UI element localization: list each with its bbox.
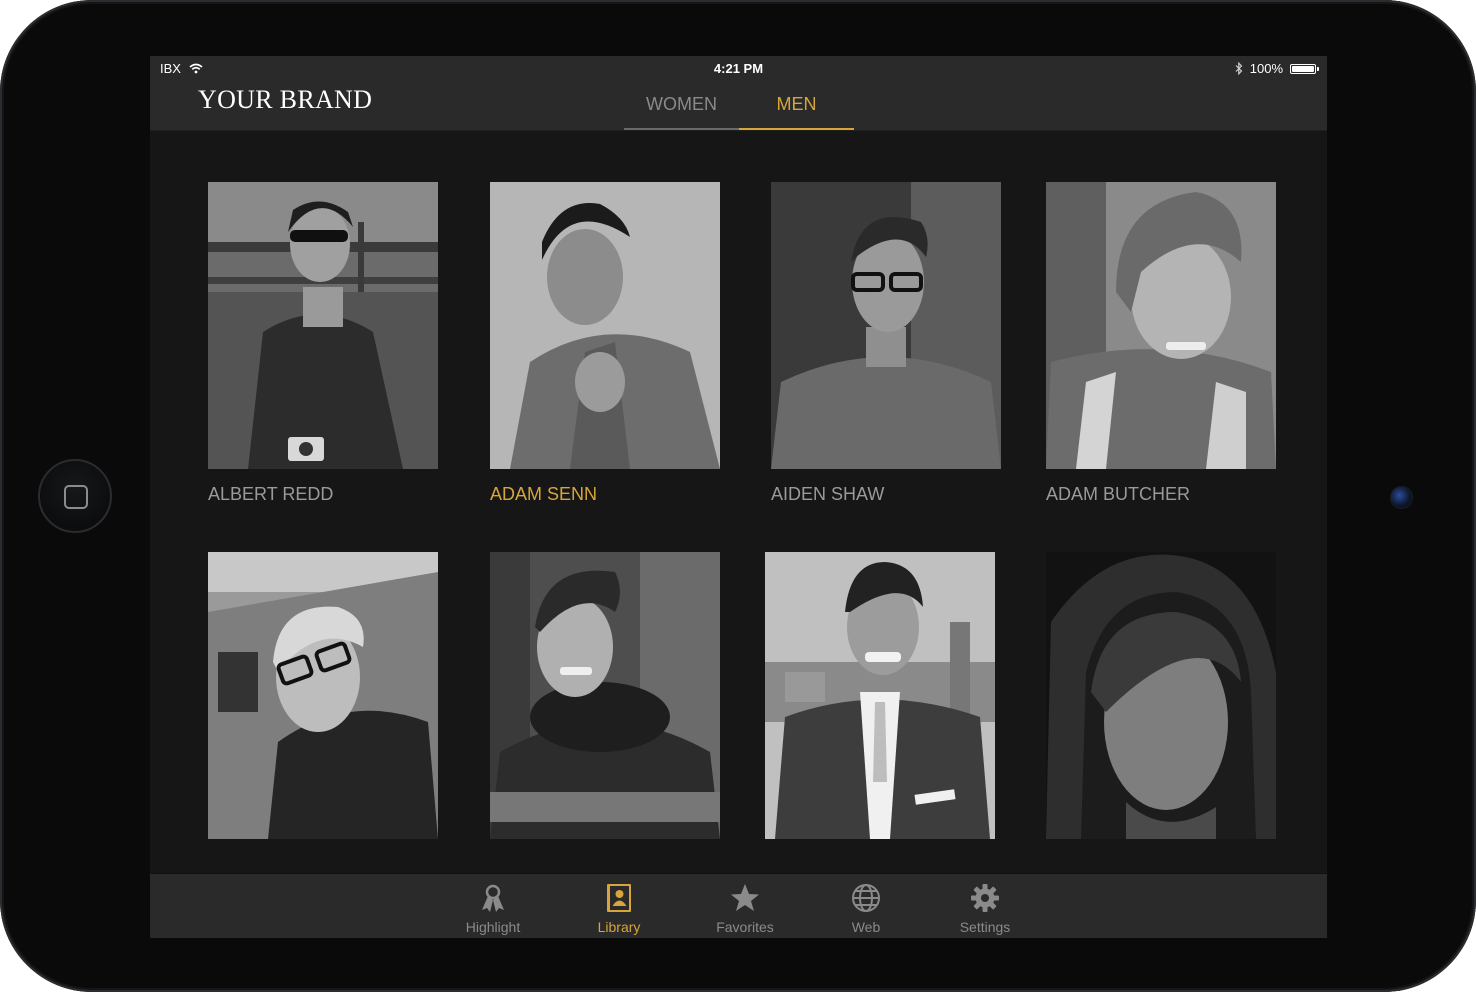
contact-book-icon [607,884,631,912]
model-photo[interactable] [1046,182,1276,469]
model-photo[interactable] [490,552,720,839]
model-photo[interactable] [765,552,995,839]
model-photo[interactable] [771,182,1001,469]
tab-web[interactable]: Web [816,882,916,935]
model-card[interactable]: AIDEN SHAW [771,182,1001,504]
tab-highlight-label: Highlight [465,919,521,935]
star-icon [731,884,759,911]
model-name[interactable]: AIDEN SHAW [771,484,884,505]
tab-favorites-label: Favorites [716,919,774,935]
model-card[interactable] [490,552,720,839]
battery-icon [1290,63,1319,74]
top-header: IBX 4:21 PM 100% YOUR BRAND WOMEN MEN [150,56,1327,131]
front-camera [1390,486,1413,509]
tab-web-label: Web [851,919,881,935]
tab-men[interactable]: MEN [739,82,854,130]
status-time: 4:21 PM [713,61,764,76]
bluetooth-icon [1235,62,1243,75]
tab-settings-label: Settings [959,919,1011,935]
gear-icon [971,884,999,912]
model-card[interactable] [765,552,995,839]
model-card[interactable]: ALBERT REDD [208,182,438,504]
home-button[interactable] [38,459,112,533]
model-name[interactable]: ADAM SENN [490,484,597,505]
tab-library-label: Library [597,919,641,935]
bottom-tab-bar: Highlight Library Favorites Web Settings [150,873,1327,938]
status-bar-right: 100% [1235,61,1319,76]
brand-logo: YOUR BRAND [198,85,373,114]
home-square-icon [64,485,88,509]
globe-icon [852,884,880,912]
model-name[interactable]: ADAM BUTCHER [1046,484,1190,505]
tab-settings[interactable]: Settings [935,882,1035,935]
model-card[interactable] [208,552,438,839]
model-photo[interactable] [208,182,438,469]
tab-women[interactable]: WOMEN [624,82,739,130]
ribbon-icon [482,884,504,912]
app-screen: IBX 4:21 PM 100% YOUR BRAND WOMEN MEN AL… [150,56,1327,938]
model-photo[interactable] [208,552,438,839]
model-photo[interactable] [1046,552,1276,839]
ipad-device-frame: IBX 4:21 PM 100% YOUR BRAND WOMEN MEN AL… [0,0,1476,992]
battery-percent: 100% [1249,61,1283,76]
model-card[interactable] [1046,552,1276,839]
model-card[interactable]: ADAM SENN [490,182,720,504]
model-photo[interactable] [490,182,720,469]
model-name[interactable]: ALBERT REDD [208,484,333,505]
tab-library[interactable]: Library [569,882,669,935]
model-card[interactable]: ADAM BUTCHER [1046,182,1276,504]
tab-highlight[interactable]: Highlight [443,882,543,935]
tab-favorites[interactable]: Favorites [695,882,795,935]
